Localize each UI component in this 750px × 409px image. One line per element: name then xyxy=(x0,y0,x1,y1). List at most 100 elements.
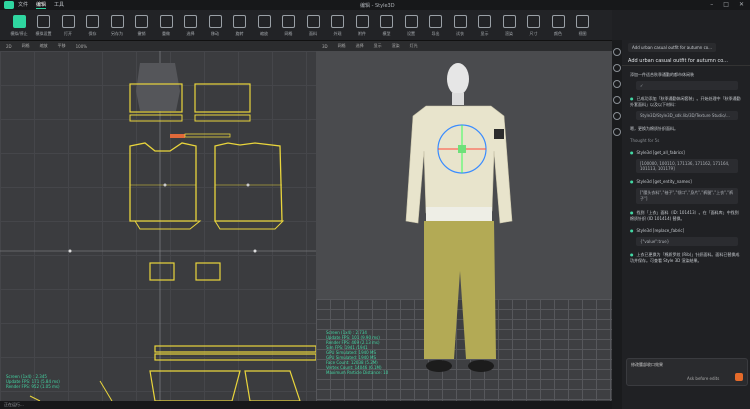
tool-icon xyxy=(282,15,295,28)
tool-label: 另存为 xyxy=(111,31,123,36)
toolbar-button-17[interactable]: 导出 xyxy=(423,13,449,38)
toolbar-button-16[interactable]: 设置 xyxy=(398,13,424,38)
tool-icon xyxy=(233,15,246,28)
tool-icon xyxy=(306,15,320,28)
assistant-message: ● 已成功添加「秋季通勤休闲套装」。开始处理中「秋季通勤外套面料」以及以下材料： xyxy=(630,96,741,107)
chat-title: Add urban casual outfit for autumn co... xyxy=(628,58,728,64)
send-icon[interactable] xyxy=(735,373,743,381)
tool-call[interactable]: ● Style3d [get_entity_names] xyxy=(630,179,742,185)
tool-icon xyxy=(159,15,173,28)
tool-icon xyxy=(208,15,222,28)
pattern-tool-grid[interactable]: 网格 xyxy=(22,43,30,49)
tool-result: {"value":true} xyxy=(636,237,738,246)
chat-input[interactable]: 修改腰部收口效果 Ask before edits xyxy=(626,358,748,386)
pattern-piece-front xyxy=(129,142,197,222)
toolbar-button-11[interactable]: 网格 xyxy=(276,13,302,38)
search-icon[interactable] xyxy=(613,64,621,72)
pattern-pieces[interactable] xyxy=(0,51,316,401)
sweater-badge xyxy=(494,129,504,139)
pattern-piece-pocket xyxy=(149,262,175,281)
file-link[interactable]: Style3D/Style3D_sdk.lib/3D/Texture Studi… xyxy=(636,111,738,120)
tool-label: 模拟/停止 xyxy=(10,31,28,36)
chat-input-text[interactable]: 修改腰部收口效果 xyxy=(627,359,747,371)
chat-header: Add urban casual outfit for autumn co...… xyxy=(622,40,750,66)
tool-label: 尺寸 xyxy=(529,31,538,36)
code-block: ✓ xyxy=(636,81,738,90)
maximize-icon[interactable]: □ xyxy=(723,1,729,8)
shoe-right xyxy=(468,360,494,372)
toolbar-button-9[interactable]: 旋转 xyxy=(227,13,253,38)
tool-label: 附件 xyxy=(358,31,366,36)
source-control-icon[interactable] xyxy=(613,80,621,88)
pattern-tool-2d[interactable]: 2D xyxy=(6,44,12,49)
minimize-icon[interactable]: – xyxy=(710,1,713,8)
activity-sidebar xyxy=(612,40,622,409)
pattern-zoom-level[interactable]: 100% xyxy=(76,44,87,49)
toolbar-button-19[interactable]: 显示 xyxy=(472,13,498,38)
tool-label: 设置 xyxy=(407,31,415,36)
menu-file[interactable]: 文件 xyxy=(18,1,28,9)
user-message: 添加一件适合秋季通勤的都市休闲装 xyxy=(630,72,694,77)
toolbar-button-13[interactable]: 外观 xyxy=(325,13,351,38)
toolbar-button-12[interactable]: 面料 xyxy=(300,13,326,38)
toolbar-button-20[interactable]: 渲染 xyxy=(496,13,522,38)
tool-label: 颜色 xyxy=(554,31,562,36)
pattern-piece xyxy=(194,83,251,113)
tool-label: 渲染 xyxy=(505,31,513,36)
pattern-tool-pan[interactable]: 平移 xyxy=(58,43,66,49)
toolbar-button-14[interactable]: 附件 xyxy=(349,13,375,38)
tool-label: 旋转 xyxy=(235,31,244,36)
toolbar-button-1[interactable]: 模拟设置 xyxy=(31,13,57,38)
tool-label: 模拟设置 xyxy=(35,31,52,36)
pattern-tool-zoom[interactable]: 缩放 xyxy=(40,43,48,49)
tool-icon xyxy=(184,15,197,28)
toolbar-button-8[interactable]: 移动 xyxy=(202,13,228,38)
tool-icon xyxy=(86,15,99,28)
toolbar-button-2[interactable]: 打开 xyxy=(55,13,81,38)
toolbar-button-10[interactable]: 缩放 xyxy=(251,13,277,38)
chat-panel: Add urban casual outfit for autumn co...… xyxy=(622,40,750,409)
menu-edit[interactable]: 编辑 xyxy=(36,1,47,9)
toolbar-button-0[interactable]: 模拟/停止 xyxy=(6,13,32,38)
toolbar-button-5[interactable]: 撤销 xyxy=(129,13,155,38)
agent-mode-select[interactable]: Ask before edits xyxy=(687,376,719,381)
run-icon[interactable] xyxy=(613,96,621,104)
tool-label: 保存 xyxy=(88,31,97,36)
explorer-icon[interactable] xyxy=(613,48,621,56)
tool-icon xyxy=(37,15,50,28)
tool-icon xyxy=(551,15,565,28)
chat-tab[interactable]: Add urban casual outfit for autumn co... xyxy=(628,43,716,52)
toolbar-button-15[interactable]: 模型 xyxy=(374,13,400,38)
tool-icon xyxy=(453,15,467,28)
tool-label: 选择 xyxy=(186,31,195,36)
pattern-view[interactable]: 2D 网格 缩放 平移 100% Screen (1x4): 2.345 Up… xyxy=(0,41,316,401)
extensions-icon[interactable] xyxy=(613,112,621,120)
toolbar-button-18[interactable]: 试衣 xyxy=(447,13,473,38)
tool-icon xyxy=(61,15,75,28)
settings-icon[interactable] xyxy=(613,128,621,136)
toolbar-button-3[interactable]: 保存 xyxy=(80,13,106,38)
toolbar-button-7[interactable]: 选择 xyxy=(178,13,204,38)
pattern-toolbar: 2D 网格 缩放 平移 100% xyxy=(0,41,316,51)
tool-label: 移动 xyxy=(211,31,219,36)
status-text: 正在运行... xyxy=(4,402,24,407)
tool-call[interactable]: ● Style3d [replace_fabric] xyxy=(630,228,742,234)
tool-label: 面料 xyxy=(309,31,317,36)
toolbar-button-22[interactable]: 颜色 xyxy=(545,13,571,38)
close-icon[interactable]: ✕ xyxy=(739,1,744,8)
thought-label[interactable]: Thought for 5s xyxy=(630,138,742,144)
tool-label: 外观 xyxy=(333,31,342,36)
tool-label: 导出 xyxy=(431,31,440,36)
avatar-view[interactable]: 3D 网格 选择 显示 渲染 灯光 Screen (1x4) : 2.734 U… xyxy=(316,41,612,401)
toolbar-button-6[interactable]: 重做 xyxy=(153,13,179,38)
menu-tools[interactable]: 工具 xyxy=(54,1,64,9)
window-title: 编辑 - Style3D xyxy=(360,3,395,9)
tool-icon xyxy=(355,15,369,28)
assistant-message: ● 上衣已更换为「棉质罗纹 (Rib)」针织面料。面料已替换成功并保存。可查看 S… xyxy=(630,252,740,263)
toolbar-button-21[interactable]: 尺寸 xyxy=(521,13,547,38)
toolbar-button-4[interactable]: 另存为 xyxy=(104,13,130,38)
toolbar-button-23[interactable]: 视图 xyxy=(570,13,596,38)
tool-label: 重做 xyxy=(162,31,170,36)
avatar-silhouette xyxy=(136,63,180,111)
tool-call[interactable]: ● Style3d [get_all_fabrics] xyxy=(630,150,742,156)
